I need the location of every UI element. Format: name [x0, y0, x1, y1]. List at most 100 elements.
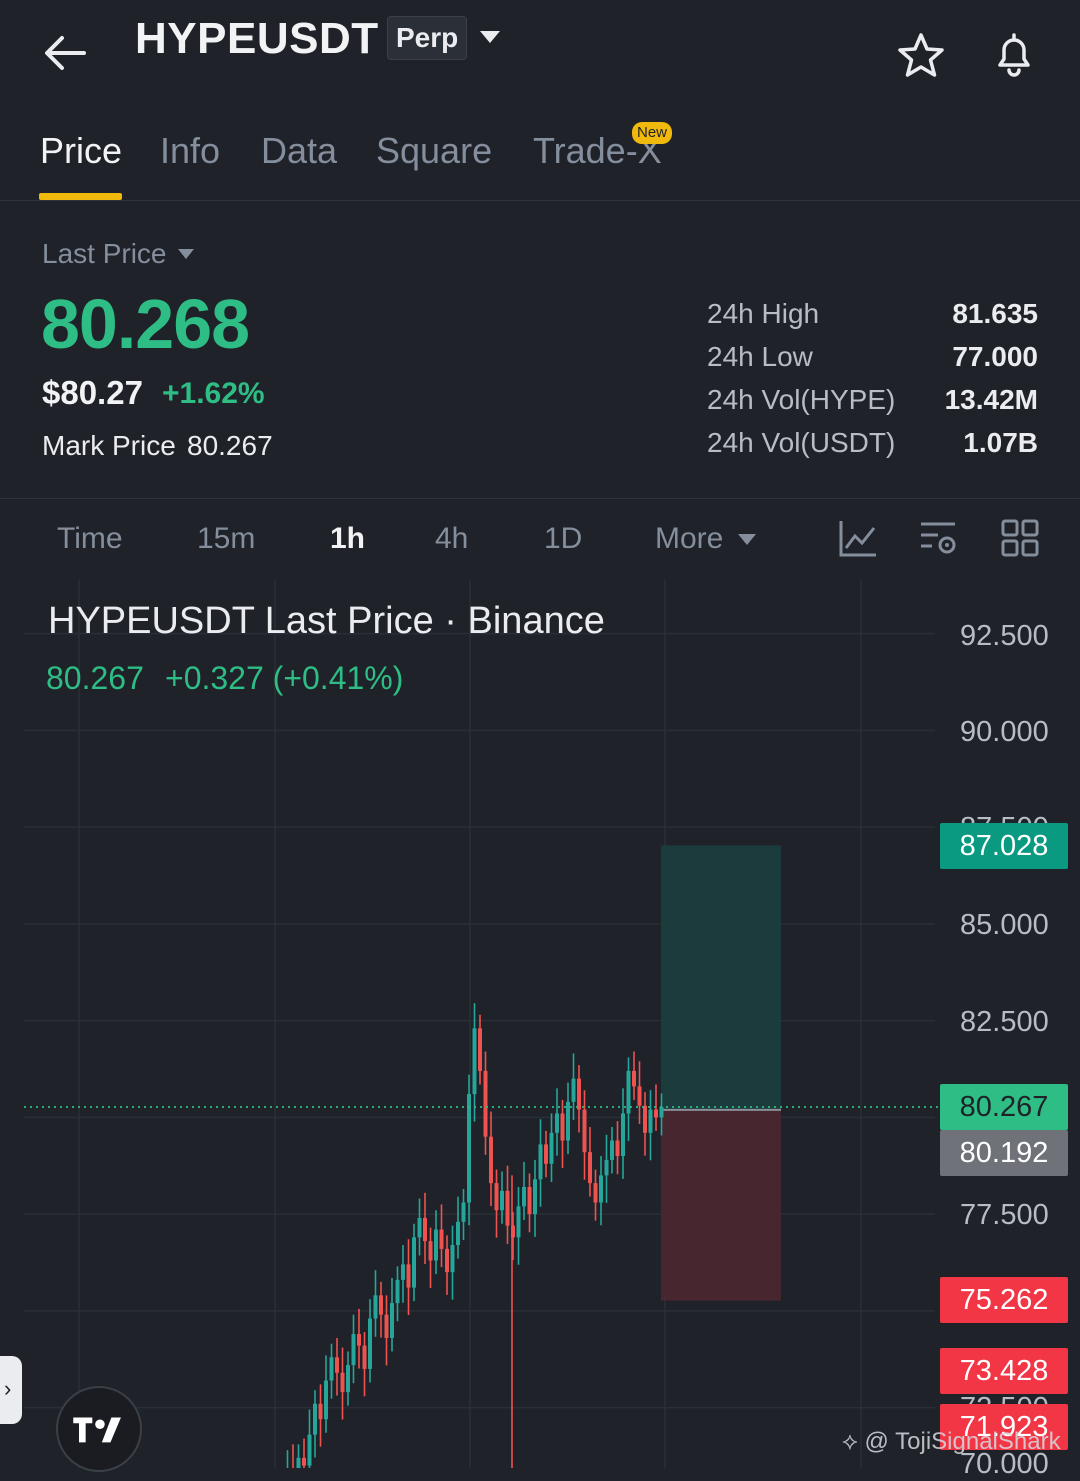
contract-type-badge: Perp — [387, 16, 468, 60]
interval-more[interactable]: More — [655, 522, 723, 556]
divider — [0, 498, 1080, 499]
y-axis-tick: 85.000 — [960, 909, 1049, 941]
candle-body — [461, 1202, 466, 1222]
candle-body — [555, 1113, 559, 1133]
candle-body — [351, 1334, 356, 1366]
candle-body — [632, 1070, 636, 1087]
candle-body — [489, 1136, 493, 1184]
last-price-value: 80.268 — [41, 285, 250, 363]
stat-24h-vol-usdt-label: 24h Vol(USDT) — [707, 427, 896, 458]
candle-body — [406, 1264, 411, 1288]
candle-body — [533, 1179, 537, 1215]
interval-1d[interactable]: 1D — [544, 522, 582, 556]
stat-24h-vol-usdt-value: 1.07B — [963, 427, 1038, 458]
candle-body — [423, 1217, 427, 1242]
candle-body — [483, 1070, 488, 1137]
y-axis-tick: 82.500 — [960, 1006, 1049, 1038]
candle-body — [593, 1183, 598, 1203]
candle-body — [654, 1109, 658, 1118]
candle-body — [549, 1132, 554, 1164]
new-badge: New — [632, 122, 673, 144]
side-panel-handle[interactable]: › — [0, 1356, 22, 1424]
layout-grid-icon[interactable] — [1000, 518, 1040, 558]
candle-body — [588, 1152, 592, 1184]
candle-body — [379, 1295, 383, 1315]
star-icon[interactable] — [896, 30, 946, 80]
candle-body — [445, 1248, 449, 1273]
stop-loss-zone — [661, 1109, 781, 1301]
take-profit-zone — [661, 845, 781, 1110]
candle-body — [324, 1380, 328, 1420]
interval-1h[interactable]: 1h — [330, 522, 365, 556]
candle-body — [610, 1140, 614, 1160]
candle-body — [467, 1094, 471, 1203]
y-axis-tick: 92.500 — [960, 620, 1049, 652]
symbol-title[interactable]: HYPEUSDT — [135, 14, 379, 64]
candle-body — [643, 1105, 647, 1133]
candle-body — [318, 1403, 323, 1420]
candle-body — [522, 1186, 526, 1207]
candle-body — [302, 1457, 306, 1466]
candle-body — [659, 1107, 664, 1118]
candle-body — [395, 1279, 400, 1304]
candle-body — [494, 1183, 499, 1211]
candle-body — [401, 1264, 405, 1280]
interval-15m[interactable]: 15m — [197, 522, 255, 556]
candle-body — [527, 1186, 532, 1215]
candlestick-chart[interactable] — [0, 580, 1080, 1468]
candle-body — [577, 1078, 581, 1110]
candle-body — [538, 1144, 543, 1180]
candle-body — [346, 1365, 350, 1393]
candle-body — [456, 1221, 460, 1246]
candle-body — [362, 1345, 367, 1369]
caret-down-icon[interactable] — [177, 248, 195, 260]
divider — [0, 200, 1080, 201]
stat-24h-vol-hype-value: 13.42M — [944, 384, 1038, 415]
mark-price-label: Mark Price — [42, 430, 176, 461]
candle-body — [472, 1028, 477, 1095]
candle-body — [384, 1314, 389, 1338]
price-tag-stop: 75.262 — [940, 1277, 1068, 1323]
candle-body — [296, 1457, 301, 1468]
candle-body — [368, 1318, 372, 1369]
tab-price[interactable]: Price — [40, 130, 122, 172]
bell-icon[interactable] — [988, 28, 1040, 80]
candle-body — [373, 1295, 378, 1319]
tab-square[interactable]: Square — [376, 130, 492, 172]
interval-4h[interactable]: 4h — [435, 522, 468, 556]
stat-24h-low-label: 24h Low — [707, 341, 813, 372]
chart-settings-icon[interactable] — [918, 518, 958, 558]
last-price-label[interactable]: Last Price — [42, 238, 167, 270]
tradingview-logo-icon — [56, 1386, 142, 1472]
stat-24h-low-value: 77.000 — [952, 341, 1038, 372]
candle-body — [417, 1217, 422, 1238]
candle-body — [313, 1403, 317, 1435]
y-axis-tick: 77.500 — [960, 1199, 1049, 1231]
candle-body — [307, 1434, 312, 1466]
chevron-right-icon: › — [4, 1376, 12, 1401]
indicator-chart-icon[interactable] — [838, 518, 878, 558]
tab-data[interactable]: Data — [261, 130, 337, 172]
candle-body — [604, 1159, 609, 1176]
tab-info[interactable]: Info — [160, 130, 220, 172]
candle-body — [615, 1140, 620, 1157]
caret-down-icon[interactable] — [478, 28, 502, 46]
back-arrow-icon[interactable] — [40, 30, 90, 76]
watermark-handle: @ TojiSignalShark — [864, 1428, 1061, 1455]
candle-body — [626, 1070, 631, 1114]
caret-down-icon[interactable] — [737, 532, 757, 546]
price-tag-target: 87.028 — [940, 823, 1068, 869]
binance-diamond-icon: ⟡ — [842, 1428, 858, 1455]
candle-body — [505, 1190, 510, 1226]
active-tab-indicator — [39, 193, 122, 200]
chart-price-change: +0.327 (+0.41%) — [165, 660, 404, 696]
candle-body — [390, 1303, 394, 1338]
price-tag-level: 73.428 — [940, 1348, 1068, 1394]
candle-body — [500, 1190, 504, 1211]
candle-body — [329, 1357, 334, 1381]
candle-body — [560, 1113, 565, 1141]
interval-time[interactable]: Time — [57, 522, 123, 556]
chart-current-price: 80.267 — [46, 660, 144, 696]
price-tag-current: 80.267 — [940, 1084, 1068, 1130]
candle-body — [544, 1144, 548, 1164]
